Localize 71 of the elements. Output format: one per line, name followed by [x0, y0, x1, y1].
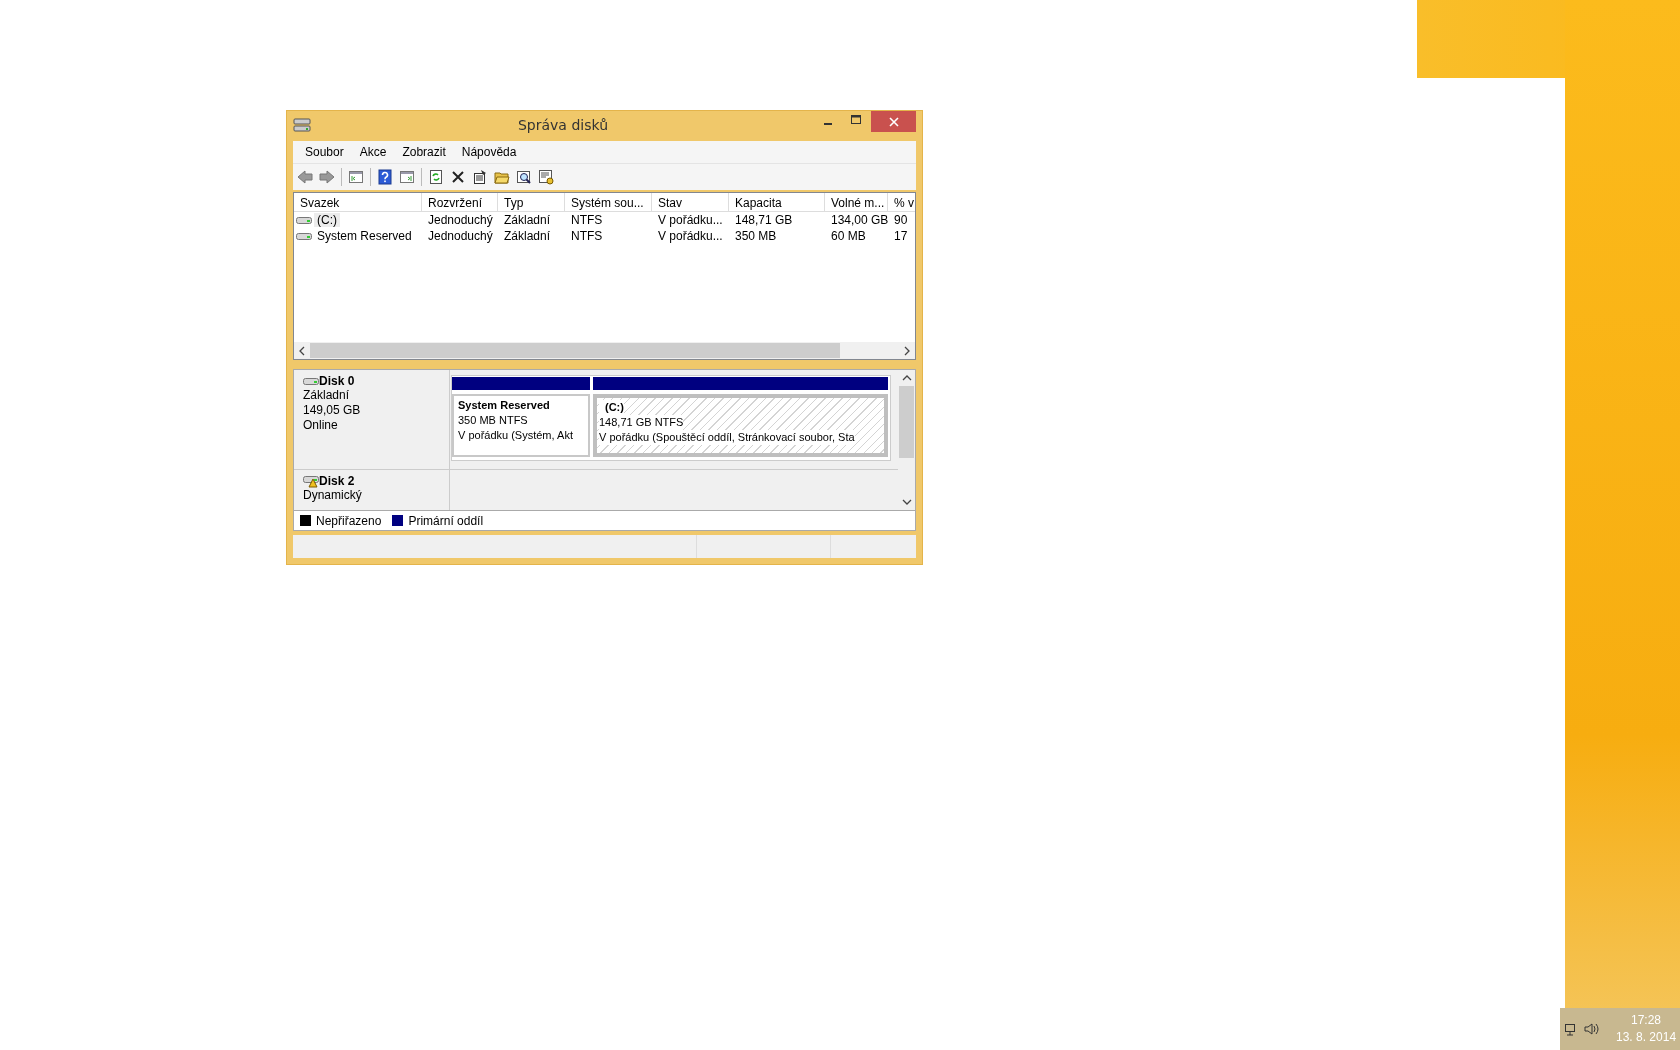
disk-info: 149,05 GB — [303, 403, 362, 418]
scroll-down-icon[interactable] — [901, 498, 912, 506]
table-cell[interactable]: (C:) — [314, 213, 340, 227]
table-cell: 90 — [894, 213, 908, 227]
warning-drive-icon — [303, 474, 319, 488]
table-cell: 134,00 GB — [831, 213, 888, 227]
network-icon[interactable] — [1564, 1022, 1576, 1036]
menu-item[interactable]: Nápověda — [453, 145, 525, 159]
back-arrow-icon[interactable] — [297, 169, 313, 185]
table-cell: Jednoduchý — [428, 213, 493, 227]
column-header[interactable]: % v — [888, 193, 915, 211]
disk-info: Dynamický — [303, 488, 363, 503]
partition-block[interactable]: System Reserved 350 MB NTFS V pořádku (Systém, Akt — [452, 394, 590, 457]
table-cell: Jednoduchý — [428, 229, 493, 243]
column-header[interactable]: Svazek — [294, 193, 422, 211]
scroll-right-icon[interactable] — [903, 345, 911, 356]
volume-icon[interactable] — [1584, 1022, 1600, 1036]
panel-icon[interactable] — [348, 169, 364, 185]
forward-arrow-icon[interactable] — [319, 169, 335, 185]
disk-info: Online — [303, 418, 339, 433]
column-header[interactable]: Rozvržení — [422, 193, 498, 211]
properties-icon[interactable] — [472, 169, 488, 185]
drive-icon — [296, 230, 312, 242]
disk-name: Disk 2 — [319, 474, 355, 488]
partition-info: 148,71 GB NTFS — [599, 415, 684, 430]
menu-item[interactable]: Akce — [351, 145, 395, 159]
legend-label: Primární oddíl — [408, 513, 484, 528]
table-cell: V pořádku... — [658, 229, 723, 243]
partition-info: 350 MB NTFS — [458, 413, 529, 428]
settings-icon[interactable] — [538, 169, 554, 185]
table-cell[interactable]: System Reserved — [314, 229, 415, 243]
table-cell: 60 MB — [831, 229, 866, 243]
refresh-icon[interactable] — [428, 169, 444, 185]
drive-icon — [296, 214, 312, 226]
table-cell: NTFS — [571, 213, 603, 227]
column-header[interactable]: Kapacita — [729, 193, 825, 211]
panel-icon[interactable] — [399, 169, 415, 185]
partition-name: System Reserved — [458, 398, 551, 413]
search-icon[interactable] — [516, 169, 532, 185]
legend-label: Nepřiřazeno — [316, 513, 382, 528]
table-cell: 148,71 GB — [735, 213, 793, 227]
menu-item[interactable]: Soubor — [297, 145, 352, 159]
delete-icon[interactable] — [450, 169, 466, 185]
column-header[interactable]: Typ — [498, 193, 565, 211]
partition-block[interactable]: (C:) 148,71 GB NTFS V pořádku (Spouštěcí oddíl, Stránkovací soubor, Sta — [593, 394, 888, 457]
partition-info: V pořádku (Spouštěcí oddíl, Stránkovací soubor, Sta — [599, 430, 855, 445]
drive-icon — [303, 375, 319, 387]
column-header[interactable]: Systém sou... — [565, 193, 652, 211]
table-cell: V pořádku... — [658, 213, 723, 227]
scroll-left-icon[interactable] — [298, 345, 306, 356]
table-cell: NTFS — [571, 229, 603, 243]
menu-item[interactable]: Zobrazit — [394, 145, 454, 159]
scrollbar-thumb[interactable] — [899, 386, 914, 458]
disk-management-icon — [293, 116, 311, 133]
scrollbar-thumb[interactable] — [310, 343, 840, 358]
disk-info: Základní — [303, 388, 351, 403]
partition-name: (C:) — [599, 400, 624, 415]
help-icon[interactable] — [377, 169, 393, 185]
horizontal-scrollbar[interactable] — [294, 342, 915, 359]
disk-name: Disk 0 — [319, 374, 355, 388]
window-title: Správa disků — [516, 116, 609, 133]
table-cell: 17 — [894, 229, 908, 243]
close-icon — [888, 116, 899, 127]
column-header[interactable]: Volné m... — [825, 193, 888, 211]
table-cell: Základní — [504, 229, 551, 243]
table-cell: 350 MB — [735, 229, 777, 243]
partition-info: V pořádku (Systém, Akt — [458, 428, 574, 443]
folder-icon[interactable] — [494, 169, 510, 185]
table-cell: Základní — [504, 213, 551, 227]
column-header[interactable]: Stav — [652, 193, 729, 211]
scroll-up-icon[interactable] — [901, 374, 912, 382]
